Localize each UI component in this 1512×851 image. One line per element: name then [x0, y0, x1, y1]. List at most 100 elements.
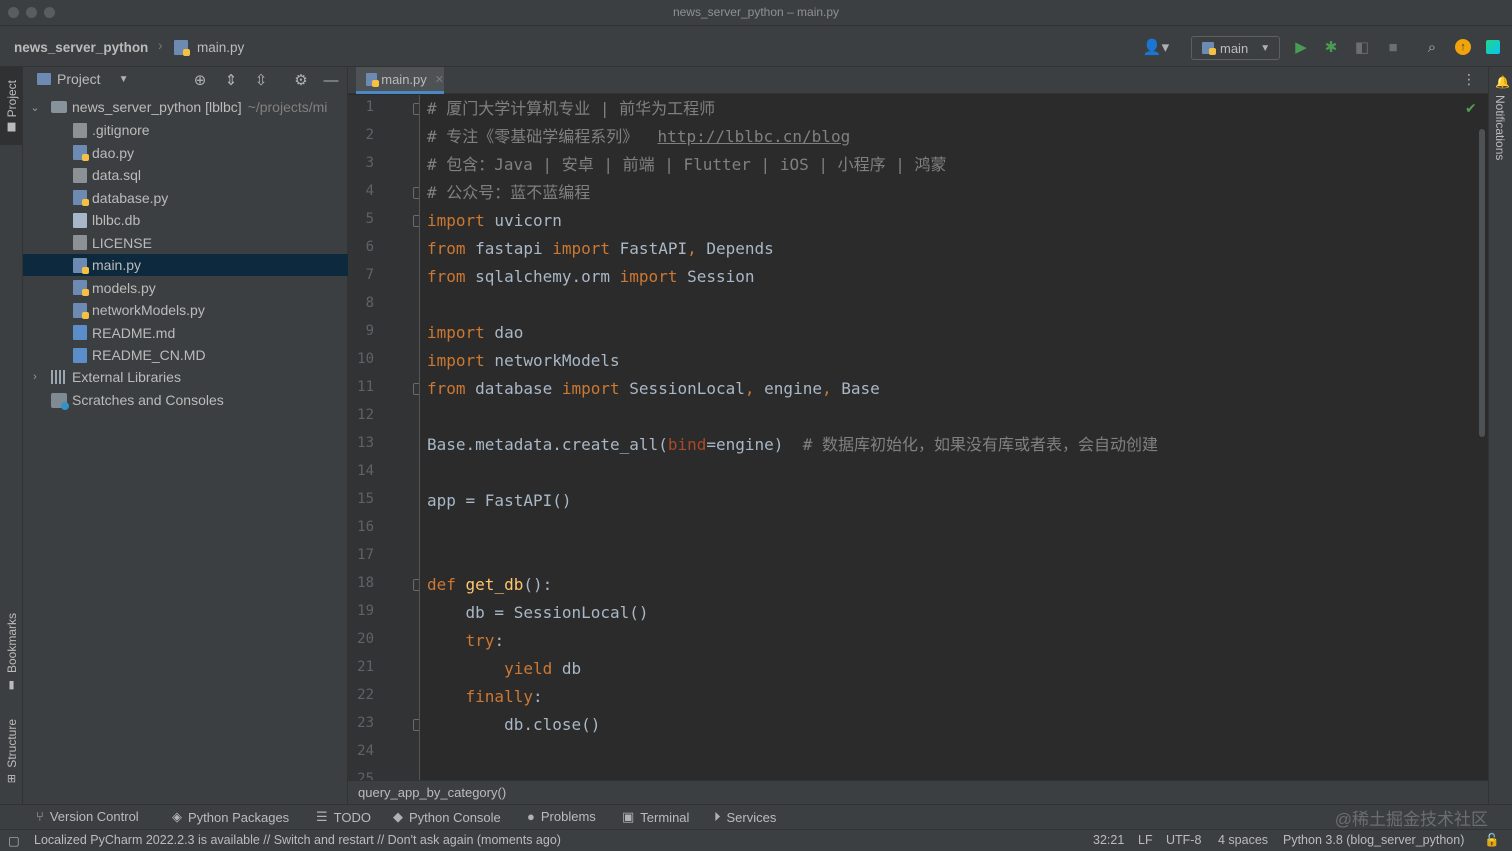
fold-marker-icon[interactable] [413, 719, 419, 731]
python-console-icon: ◆ [393, 809, 403, 824]
more-options-icon[interactable]: ⋮ [1462, 71, 1476, 88]
editor-tab-main[interactable]: main.py ✕ [356, 67, 444, 94]
collapse-all-icon[interactable]: ⇳ [252, 71, 270, 89]
chevron-down-icon[interactable]: ⌄ [29, 101, 41, 114]
run-icon[interactable]: ▶ [1292, 38, 1310, 56]
locate-file-icon[interactable]: ⊕ [191, 71, 209, 89]
panel-toggle-icon[interactable]: ▢ [8, 833, 20, 848]
tool-problems[interactable]: ● Problems [527, 809, 596, 824]
scrollbar-thumb[interactable] [1479, 129, 1485, 437]
caret-position[interactable]: 32:21 [1093, 833, 1124, 847]
tree-root-folder[interactable]: ⌄ news_server_python [lblbc] ~/projects/… [23, 96, 348, 118]
tool-python-packages[interactable]: ◈ Python Packages [172, 809, 289, 825]
structure-tool-tab[interactable]: Structure ⊞ [0, 712, 23, 792]
indent-setting[interactable]: 4 spaces [1218, 833, 1268, 847]
python-file-icon [174, 40, 190, 56]
left-tool-strip: Project ▆ Bookmarks ▮ Structure ⊞ [0, 67, 23, 804]
code-line-10: import networkModels [427, 347, 620, 375]
tree-file[interactable]: models.py [23, 277, 348, 299]
breadcrumb-file[interactable]: main.py [174, 40, 244, 56]
tree-file[interactable]: networkModels.py [23, 299, 348, 321]
txt-file-icon [73, 167, 87, 183]
editor-tab-label: main.py [381, 71, 427, 87]
tree-file[interactable]: README.md [23, 322, 348, 344]
lock-icon[interactable]: 🔓 [1484, 833, 1500, 848]
debug-icon[interactable]: ✱ [1322, 38, 1340, 56]
fold-marker-icon[interactable] [413, 103, 419, 115]
scratches-label: Scratches and Consoles [72, 392, 224, 408]
txt-file-icon [73, 122, 87, 138]
line-separator[interactable]: LF [1138, 833, 1153, 847]
gear-icon[interactable]: ⚙ [292, 71, 310, 89]
inspection-ok-icon[interactable]: ✔ [1465, 100, 1477, 117]
editor-scrollbar[interactable] [1476, 95, 1488, 780]
code-line-7: from sqlalchemy.orm import Session [427, 263, 755, 291]
coverage-icon[interactable]: ◧ [1353, 38, 1371, 56]
fold-marker-icon[interactable] [413, 187, 419, 199]
code-breadcrumb[interactable]: query_app_by_category() [348, 780, 1488, 804]
fold-marker-icon[interactable] [413, 215, 419, 227]
stop-icon[interactable]: ■ [1384, 38, 1402, 56]
project-panel-header: Project ▼ ⊕ ⇕ ⇳ ⚙ — [23, 67, 348, 94]
code-text: database [465, 379, 562, 398]
expand-all-icon[interactable]: ⇕ [222, 71, 240, 89]
tree-file[interactable]: main.py [23, 254, 348, 276]
fold-marker-icon[interactable] [413, 579, 419, 591]
py-file-icon [73, 145, 89, 161]
tree-file[interactable]: .gitignore [23, 119, 348, 141]
code-breadcrumb-label: query_app_by_category() [358, 785, 507, 800]
update-icon[interactable]: ↑ [1454, 38, 1472, 56]
project-tool-tab[interactable]: Project ▆ [0, 67, 23, 145]
code-line-15: app = FastAPI() [427, 487, 572, 515]
project-view-select[interactable]: Project ▼ [37, 71, 128, 87]
tool-todo[interactable]: ☰ TODO [316, 809, 371, 825]
comment-text: # 包含：Java | 安卓 | 前端 | Flutter | iOS | 小程… [427, 155, 947, 174]
editor-gutter: 1 2 3 4 5 6 7 8 9 10 11 12 13 14 15 16 17 18 19 20 21 22 23 24 2… [348, 95, 420, 780]
tool-python-console[interactable]: ◆ Python Console [393, 809, 501, 825]
tree-file[interactable]: lblbc.db [23, 209, 348, 231]
chevron-right-icon[interactable]: › [29, 371, 41, 383]
comment-text: # 公众号：蓝不蓝编程 [427, 183, 591, 202]
search-icon[interactable]: ⌕ [1423, 38, 1441, 56]
code-editor[interactable]: # 厦门大学计算机专业 | 前华为工程师 # 专注《零基础学编程系列》 http… [421, 95, 1476, 780]
root-folder-path: ~/projects/mi [247, 99, 328, 115]
run-configuration-select[interactable]: main ▼ [1191, 36, 1280, 60]
bookmarks-tool-tab[interactable]: Bookmarks ▮ [0, 607, 23, 697]
md-file-icon [73, 347, 87, 363]
fold-marker-icon[interactable] [413, 383, 419, 395]
tool-terminal[interactable]: ▣ Terminal [622, 809, 689, 825]
tree-file[interactable]: dao.py [23, 142, 348, 164]
tool-label: Problems [540, 809, 596, 824]
tree-file[interactable]: database.py [23, 187, 348, 209]
tree-file-label: main.py [92, 257, 142, 273]
line-number: 8 [365, 295, 374, 311]
tree-file[interactable]: README_CN.MD [23, 344, 348, 366]
tree-file-label: README.md [92, 324, 176, 341]
file-encoding[interactable]: UTF-8 [1166, 833, 1201, 847]
notifications-tool-label[interactable]: Notifications [1493, 95, 1507, 160]
tree-external-libraries[interactable]: › External Libraries [23, 366, 348, 388]
status-message[interactable]: Localized PyCharm 2022.2.3 is available … [34, 833, 561, 847]
vcs-user-icon[interactable]: 👤▾ [1140, 38, 1172, 56]
comment-link[interactable]: http://lblbc.cn/blog [658, 127, 851, 146]
tool-services[interactable]: ⏵ Services [714, 809, 776, 825]
bell-icon[interactable]: 🔔 [1495, 75, 1510, 89]
bookmark-icon: ▮ [8, 678, 15, 691]
code-text: engine [754, 379, 822, 398]
code-line-20: try: [427, 627, 505, 655]
keyword: import [427, 323, 485, 342]
jetbrains-logo-icon[interactable] [1484, 38, 1502, 56]
code-line-3: # 包含：Java | 安卓 | 前端 | Flutter | iOS | 小程… [427, 151, 947, 179]
hide-panel-icon[interactable]: — [322, 71, 340, 89]
tree-file-label: README_CN.MD [92, 347, 206, 363]
tree-file[interactable]: data.sql [23, 164, 348, 186]
code-text: fastapi [465, 239, 553, 258]
python-interpreter[interactable]: Python 3.8 (blog_server_python) [1283, 833, 1464, 847]
close-icon[interactable]: ✕ [435, 73, 444, 86]
services-icon: ⏵ [714, 809, 721, 824]
code-line-9: import dao [427, 319, 523, 347]
tree-scratches[interactable]: Scratches and Consoles [23, 389, 348, 411]
tool-version-control[interactable]: ⑂ Version Control [36, 809, 139, 824]
tree-file[interactable]: LICENSE [23, 232, 348, 254]
breadcrumb-project[interactable]: news_server_python [14, 40, 148, 55]
